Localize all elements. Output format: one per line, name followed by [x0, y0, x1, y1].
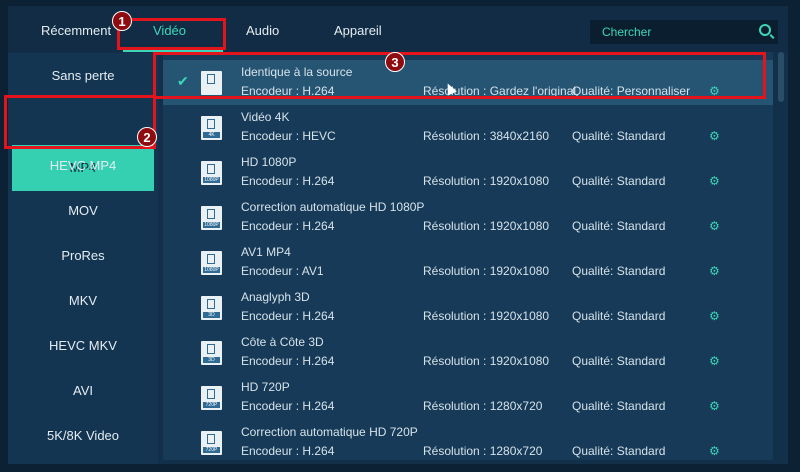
gear-icon[interactable]: ⚙ [709, 444, 720, 458]
preset-encoder: Encodeur : H.264 [241, 444, 335, 458]
format-badge: 1080P [203, 222, 220, 228]
gear-icon[interactable]: ⚙ [709, 129, 720, 143]
preset-row[interactable]: 1080P HD 1080P Encodeur : H.264 Résolution … [163, 150, 773, 195]
file-format-icon: 3D [201, 341, 222, 365]
preset-name: Vidéo 4K [241, 110, 290, 124]
preset-row[interactable]: 4K Vidéo 4K Encodeur : HEVC Résolution : 38… [163, 105, 773, 150]
file-format-icon: 4K [201, 116, 222, 140]
gear-icon[interactable]: ⚙ [709, 219, 720, 233]
preset-row[interactable]: 720P HD 720P Encodeur : H.264 Résolution : … [163, 375, 773, 420]
tab-appareil[interactable]: Appareil [334, 23, 382, 38]
preset-name: HD 1080P [241, 155, 297, 169]
search-input[interactable]: Chercher [590, 20, 778, 44]
preset-encoder: Encodeur : H.264 [241, 354, 335, 368]
gear-icon[interactable]: ⚙ [709, 354, 720, 368]
format-badge: 3D [203, 357, 220, 363]
annotation-number-2: 2 [137, 127, 157, 147]
preset-name: Anaglyph 3D [241, 290, 310, 304]
file-format-icon: 1080P [201, 161, 222, 185]
gear-icon[interactable]: ⚙ [709, 309, 720, 323]
preset-resolution: Résolution : 1920x1080 [423, 219, 550, 233]
preset-encoder: Encodeur : H.264 [241, 174, 335, 188]
preset-quality: Qualité: Standard [572, 399, 666, 413]
file-format-icon: 1080P [201, 206, 222, 230]
preset-resolution: Résolution : 1280x720 [423, 399, 543, 413]
preset-row[interactable]: 720P Correction automatique HD 720P Encode… [163, 420, 773, 460]
annotation-box-preset [153, 52, 766, 99]
tab-recemment[interactable]: Récemment [41, 23, 111, 38]
preset-quality: Qualité: Standard [572, 264, 666, 278]
file-format-icon: 3D [201, 296, 222, 320]
sidebar-item-prores[interactable]: ProRes [8, 233, 158, 278]
file-format-icon: 1080P [201, 251, 222, 275]
sidebar-item-mov[interactable]: MOV [8, 188, 158, 233]
format-badge: 720P [203, 447, 220, 453]
format-badge: 720P [203, 402, 220, 408]
file-format-icon: 720P [201, 386, 222, 410]
preset-encoder: Encodeur : H.264 [241, 309, 335, 323]
sidebar-item-mkv[interactable]: MKV [8, 278, 158, 323]
search-placeholder: Chercher [602, 25, 652, 39]
preset-row[interactable]: 3D Anaglyph 3D Encodeur : H.264 Résolution … [163, 285, 773, 330]
sidebar-item-5k-8k-video[interactable]: 5K/8K Video [8, 413, 158, 458]
preset-row[interactable]: 1080P AV1 MP4 Encodeur : AV1 Résolution : 1… [163, 240, 773, 285]
sidebar-item-hevc-mkv[interactable]: HEVC MKV [8, 323, 158, 368]
scrollbar[interactable] [778, 52, 784, 102]
sidebar-item-avi[interactable]: AVI [8, 368, 158, 413]
sidebar-item-sans-perte[interactable]: Sans perte [8, 53, 158, 98]
tab-audio[interactable]: Audio [246, 23, 279, 38]
preset-quality: Qualité: Standard [572, 309, 666, 323]
preset-encoder: Encodeur : H.264 [241, 219, 335, 233]
format-badge: 3D [203, 312, 220, 318]
preset-row[interactable]: 1080P Correction automatique HD 1080P Enco… [163, 195, 773, 240]
preset-name: HD 720P [241, 380, 290, 394]
gear-icon[interactable]: ⚙ [709, 399, 720, 413]
annotation-number-3: 3 [385, 52, 405, 72]
preset-resolution: Résolution : 1920x1080 [423, 174, 550, 188]
preset-resolution: Résolution : 1920x1080 [423, 264, 550, 278]
preset-resolution: Résolution : 1280x720 [423, 444, 543, 458]
preset-encoder: Encodeur : AV1 [241, 264, 324, 278]
preset-name: AV1 MP4 [241, 245, 291, 259]
search-icon[interactable] [759, 24, 771, 36]
preset-name: Correction automatique HD 720P [241, 425, 418, 439]
annotation-number-1: 1 [112, 11, 132, 31]
preset-list: ✔ Identique à la source Encodeur : H.264 Ré… [163, 52, 773, 460]
preset-row[interactable]: 3D Côte à Côte 3D Encodeur : H.264 Résoluti… [163, 330, 773, 375]
sidebar-item-hevc-mp4[interactable]: HEVC MP4 [8, 143, 158, 188]
format-badge: 4K [203, 132, 220, 138]
file-format-icon: 720P [201, 431, 222, 455]
preset-quality: Qualité: Standard [572, 129, 666, 143]
preset-encoder: Encodeur : H.264 [241, 399, 335, 413]
preset-encoder: Encodeur : HEVC [241, 129, 336, 143]
format-badge: 1080P [203, 177, 220, 183]
gear-icon[interactable]: ⚙ [709, 264, 720, 278]
preset-resolution: Résolution : 3840x2160 [423, 129, 550, 143]
annotation-box-mp4 [4, 95, 156, 149]
preset-name: Côte à Côte 3D [241, 335, 324, 349]
preset-quality: Qualité: Standard [572, 219, 666, 233]
preset-resolution: Résolution : 1920x1080 [423, 354, 550, 368]
preset-quality: Qualité: Standard [572, 354, 666, 368]
preset-quality: Qualité: Standard [572, 174, 666, 188]
preset-quality: Qualité: Standard [572, 444, 666, 458]
gear-icon[interactable]: ⚙ [709, 174, 720, 188]
preset-name: Correction automatique HD 1080P [241, 200, 425, 214]
preset-resolution: Résolution : 1920x1080 [423, 309, 550, 323]
annotation-box-video-tab [117, 18, 226, 50]
format-badge: 1080P [203, 267, 220, 273]
